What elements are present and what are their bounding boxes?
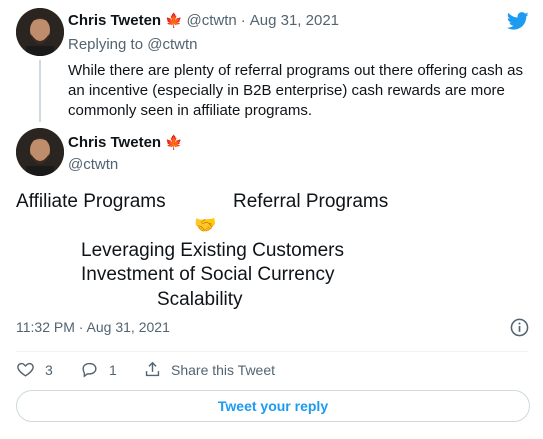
canada-flag-icon: 🍁	[165, 12, 183, 28]
tweet-timestamp[interactable]: 11:32 PM · Aug 31, 2021	[16, 319, 170, 335]
tweet-text: While there are plenty of referral progr…	[68, 62, 523, 119]
replying-to-label: Replying to	[68, 36, 144, 53]
avatar[interactable]	[16, 8, 64, 56]
canada-flag-icon: 🍁	[165, 134, 183, 150]
reply-icon	[82, 362, 97, 378]
author-name[interactable]: Chris Tweten	[68, 12, 161, 29]
avatar[interactable]	[16, 128, 64, 176]
like-button[interactable]: 3	[16, 360, 53, 379]
comparison-line-3: Scalability	[157, 289, 243, 310]
tweet-your-reply-button[interactable]: Tweet your reply	[16, 390, 530, 422]
replying-to-handle[interactable]: @ctwtn	[147, 36, 197, 53]
referral-programs-heading: Referral Programs	[233, 191, 389, 212]
twitter-logo-icon[interactable]	[506, 10, 530, 32]
handshake-icon: 🤝	[194, 215, 217, 235]
thread-line	[39, 60, 41, 122]
share-icon	[145, 361, 160, 377]
comparison-line-1: Leveraging Existing Customers	[81, 240, 344, 261]
affiliate-programs-heading: Affiliate Programs	[16, 191, 166, 212]
author-name[interactable]: Chris Tweten	[68, 134, 161, 151]
like-count: 3	[45, 361, 53, 378]
heart-icon	[17, 362, 34, 377]
reply-count: 1	[109, 361, 117, 378]
share-label: Share this Tweet	[171, 361, 276, 378]
separator-dot: ·	[240, 12, 246, 29]
divider	[16, 351, 528, 352]
comparison-line-2: Investment of Social Currency	[81, 264, 335, 285]
reply-button[interactable]: 1	[80, 360, 117, 379]
author-handle[interactable]: @ctwtn	[68, 156, 118, 173]
author-handle[interactable]: @ctwtn	[187, 12, 237, 29]
info-icon[interactable]	[510, 318, 529, 337]
tweet-date[interactable]: Aug 31, 2021	[250, 12, 339, 29]
share-tweet-button[interactable]: Share this Tweet	[143, 360, 275, 379]
